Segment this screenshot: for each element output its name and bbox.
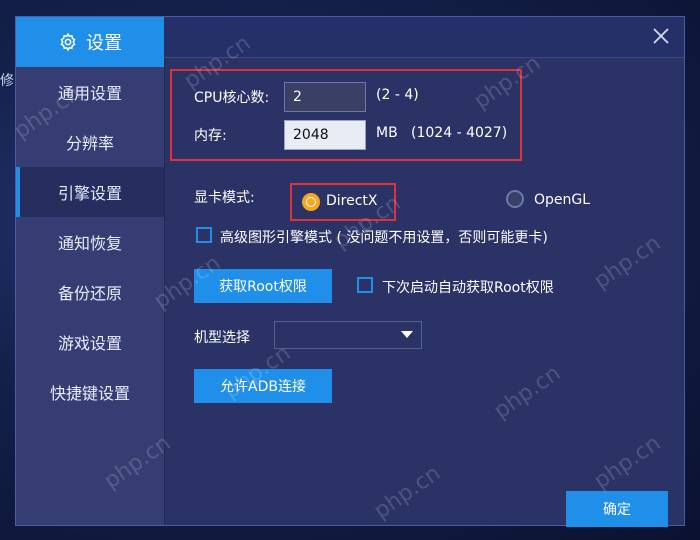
settings-dialog: 设置 通用设置 分辨率 引擎设置 通知恢复 备份还原 游戏设置 快捷键设置 CP… [15,16,685,527]
sidebar-title: 设置 [86,33,122,54]
model-select[interactable] [274,321,422,349]
sidebar-item-backup[interactable]: 备份还原 [16,267,164,317]
sidebar-header: 设置 [16,17,164,67]
directx-radio[interactable] [302,193,320,211]
advanced-graphics-label[interactable]: 高级图形引擎模式 ( 没问题不用设置，否则可能更卡) [220,227,548,247]
close-icon[interactable] [652,27,670,45]
auto-root-label[interactable]: 下次启动自动获取Root权限 [382,277,554,297]
opengl-radio[interactable] [506,190,524,208]
model-select-label: 机型选择 [194,330,250,346]
sidebar-item-engine[interactable]: 引擎设置 [16,167,164,217]
directx-label[interactable]: DirectX [326,193,378,209]
engine-settings-panel: CPU核心数: (2 - 4) 内存: MB (1024 - 4027) 显卡模… [164,57,684,527]
chevron-down-icon [401,331,413,338]
cpu-label: CPU核心数: [194,90,270,106]
allow-adb-button[interactable]: 允许ADB连接 [194,369,332,403]
sidebar-item-resolution[interactable]: 分辨率 [16,117,164,167]
cpu-cores-input[interactable] [284,82,366,112]
get-root-button[interactable]: 获取Root权限 [194,269,332,303]
memory-input[interactable] [284,120,366,150]
dialog-titlebar [164,17,684,58]
gpu-mode-label: 显卡模式: [194,190,255,206]
advanced-graphics-checkbox[interactable] [196,227,212,243]
opengl-label[interactable]: OpenGL [534,192,590,208]
background-edge-text: 修 [0,73,14,89]
auto-root-checkbox[interactable] [357,277,373,293]
memory-unit-range: MB (1024 - 4027) [376,125,508,141]
memory-label: 内存: [194,128,227,144]
sidebar-item-notification[interactable]: 通知恢复 [16,217,164,267]
sidebar-item-shortcuts[interactable]: 快捷键设置 [16,367,164,417]
cpu-range: (2 - 4) [376,87,419,103]
sidebar-item-game[interactable]: 游戏设置 [16,317,164,367]
gear-icon [60,32,76,52]
confirm-button[interactable]: 确定 [566,491,668,527]
settings-sidebar: 设置 通用设置 分辨率 引擎设置 通知恢复 备份还原 游戏设置 快捷键设置 [16,17,165,525]
sidebar-item-general[interactable]: 通用设置 [16,67,164,117]
